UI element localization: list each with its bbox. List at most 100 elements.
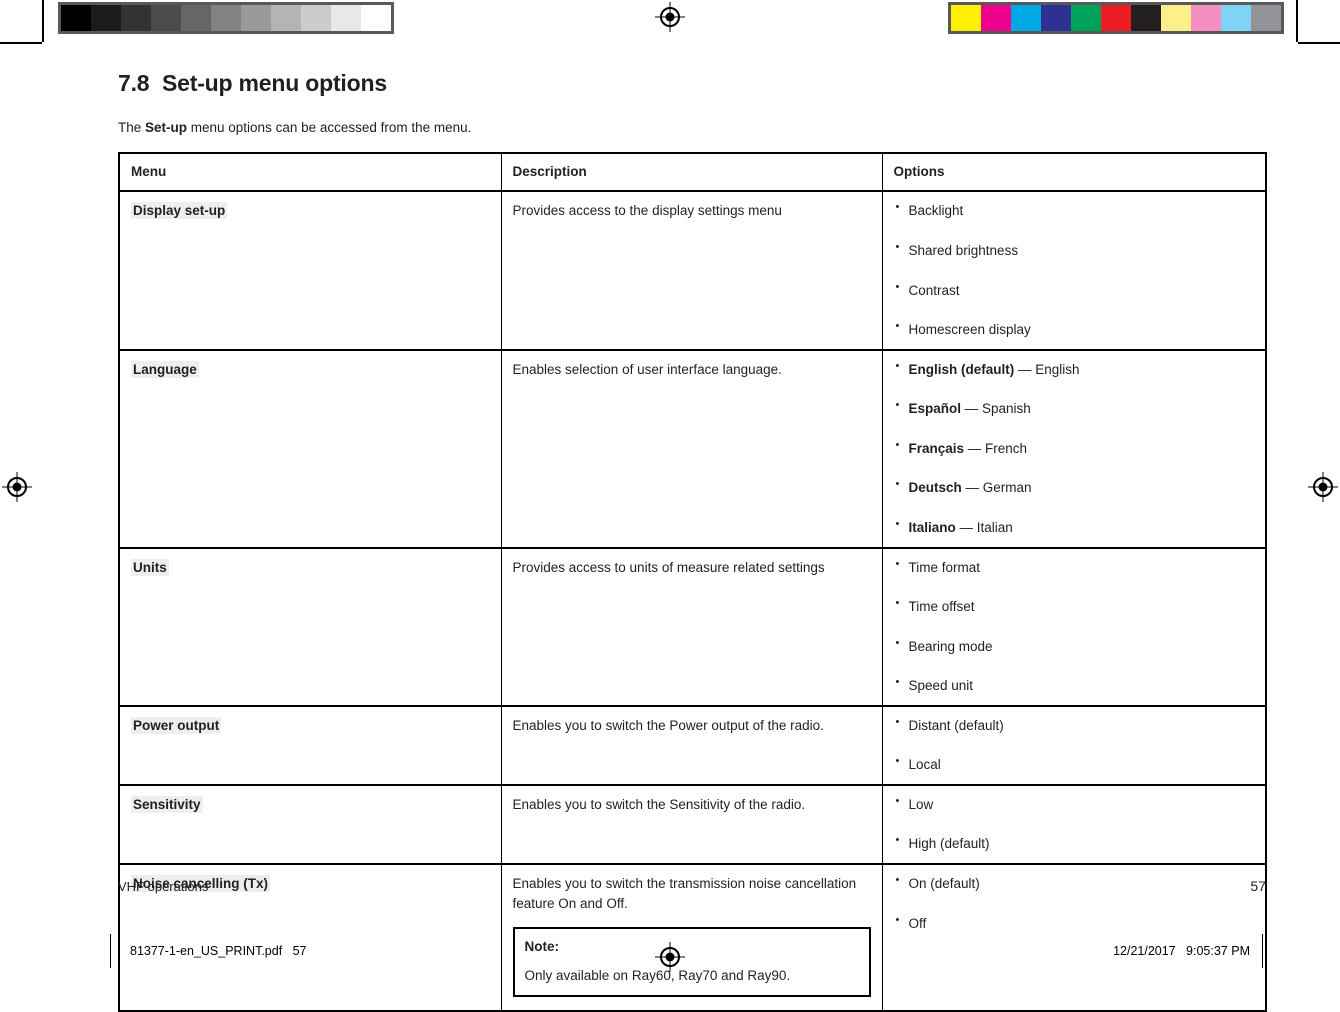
crop-mark xyxy=(42,0,44,42)
table-row: Units Provides access to units of measure… xyxy=(118,546,1267,707)
option-item: English (default) — English xyxy=(894,359,1255,380)
description-text: Enables selection of user interface lang… xyxy=(512,361,782,377)
footer-page-number: 57 xyxy=(1250,878,1266,894)
cell-description: Enables you to switch the Sensitivity of… xyxy=(500,783,883,865)
grayscale-patch xyxy=(331,5,361,31)
registration-target-icon xyxy=(655,2,685,32)
cell-description: Enables selection of user interface lang… xyxy=(500,348,883,549)
option-item: High (default) xyxy=(894,833,1255,854)
color-patch xyxy=(1131,5,1161,31)
options-list: English (default) — English Español — Spa… xyxy=(894,359,1255,538)
cell-menu: Display set-up xyxy=(118,191,502,351)
cell-options: English (default) — English Español — Spa… xyxy=(881,348,1267,549)
menu-name-label: Power output xyxy=(131,716,222,734)
option-label: High (default) xyxy=(908,836,990,852)
option-item: Contrast xyxy=(894,280,1255,301)
option-label: Time format xyxy=(908,559,981,575)
option-label: Shared brightness xyxy=(908,243,1019,259)
option-label: — French xyxy=(964,440,1028,456)
grayscale-patch xyxy=(361,5,391,31)
options-list: Distant (default) Local xyxy=(894,715,1255,775)
option-item: Deutsch — German xyxy=(894,477,1255,498)
grayscale-patch xyxy=(91,5,121,31)
option-label: Time offset xyxy=(908,599,975,615)
color-patch xyxy=(981,5,1011,31)
options-list: Backlight Shared brightness Contrast Homesc… xyxy=(894,200,1255,340)
option-item: Backlight xyxy=(894,200,1255,221)
menu-name-label: Units xyxy=(131,558,169,576)
document-page: 7.8 Set-up menu options The Set-up menu … xyxy=(118,70,1267,1012)
registration-target-icon xyxy=(2,472,32,502)
grayscale-patch xyxy=(301,5,331,31)
description-text: Provides access to units of measure rela… xyxy=(512,559,825,575)
cell-menu: Language xyxy=(118,348,502,549)
color-patch xyxy=(951,5,981,31)
option-label: Low xyxy=(908,796,934,812)
option-term: Français xyxy=(908,440,965,456)
option-item: Bearing mode xyxy=(894,636,1255,657)
options-list: Low High (default) xyxy=(894,794,1255,854)
option-item: Homescreen display xyxy=(894,319,1255,340)
crop-mark xyxy=(1298,42,1340,44)
intro-suffix: menu options can be accessed from the me… xyxy=(187,120,472,135)
grayscale-patch xyxy=(271,5,301,31)
description-text: Provides access to the display settings … xyxy=(512,203,782,219)
cell-options: Low High (default) xyxy=(881,783,1267,865)
cell-menu: Units xyxy=(118,546,502,707)
table-header-row: Menu Description Options xyxy=(118,152,1267,193)
grayscale-patch xyxy=(121,5,151,31)
option-label: Off xyxy=(908,915,927,931)
grayscale-patch xyxy=(151,5,181,31)
intro-prefix: The xyxy=(118,120,146,135)
option-label: Backlight xyxy=(908,203,964,219)
viewer-filename-label: 81377-1-en_US_PRINT.pdf 57 xyxy=(130,944,307,958)
option-label: — English xyxy=(1014,361,1080,377)
options-list: Time format Time offset Bearing mode Speed … xyxy=(894,557,1255,696)
description-text: Enables you to switch the Sensitivity of… xyxy=(512,796,806,812)
color-calibration-strip xyxy=(948,2,1284,34)
table-row: Sensitivity Enables you to switch the Sen… xyxy=(118,783,1267,865)
option-item: Low xyxy=(894,794,1255,815)
cell-options: Time format Time offset Bearing mode Speed … xyxy=(881,546,1267,707)
viewer-footer-bar: 81377-1-en_US_PRINT.pdf 57 12/21/2017 9:… xyxy=(0,940,1340,968)
crop-mark xyxy=(1296,0,1298,42)
option-item: Time offset xyxy=(894,596,1255,617)
option-label: Contrast xyxy=(908,282,960,298)
option-term: Italiano xyxy=(908,519,956,535)
option-term: Español xyxy=(908,401,962,417)
option-item: Español — Spanish xyxy=(894,398,1255,419)
color-patch xyxy=(1041,5,1071,31)
page-title: 7.8 Set-up menu options xyxy=(118,70,1266,97)
crop-mark xyxy=(0,42,42,44)
grayscale-patch xyxy=(61,5,91,31)
grayscale-calibration-strip xyxy=(58,2,394,34)
option-item: Italiano — Italian xyxy=(894,517,1255,538)
option-term: English (default) xyxy=(908,361,1015,377)
option-label: Bearing mode xyxy=(908,638,993,654)
cell-description: Provides access to units of measure rela… xyxy=(500,546,883,707)
intro-paragraph: The Set-up menu options can be accessed … xyxy=(118,119,1266,138)
section-title: Set-up menu options xyxy=(162,70,387,96)
cell-description: Enables you to switch the Power output o… xyxy=(500,704,883,786)
viewer-timestamp-label: 12/21/2017 9:05:37 PM xyxy=(1113,944,1250,958)
color-patch xyxy=(1011,5,1041,31)
table-row: Display set-up Provides access to the dis… xyxy=(118,191,1267,351)
option-item: Distant (default) xyxy=(894,715,1255,736)
cell-options: Distant (default) Local xyxy=(881,704,1267,786)
option-label: Distant (default) xyxy=(908,717,1004,733)
description-text: Enables you to switch the Power output o… xyxy=(512,717,824,733)
cell-options: Backlight Shared brightness Contrast Homesc… xyxy=(881,191,1267,351)
column-header-menu: Menu xyxy=(118,152,502,193)
page-footer: VHF operations 57 xyxy=(118,878,1266,894)
option-item: Français — French xyxy=(894,438,1255,459)
color-patch xyxy=(1161,5,1191,31)
intro-bold-term: Set-up xyxy=(145,120,188,135)
grayscale-patch xyxy=(241,5,271,31)
color-patch xyxy=(1221,5,1251,31)
color-patch xyxy=(1071,5,1101,31)
color-patch xyxy=(1191,5,1221,31)
grayscale-patch xyxy=(211,5,241,31)
column-header-options: Options xyxy=(881,152,1267,193)
option-label: Homescreen display xyxy=(908,322,1031,338)
registration-target-icon xyxy=(1308,472,1338,502)
